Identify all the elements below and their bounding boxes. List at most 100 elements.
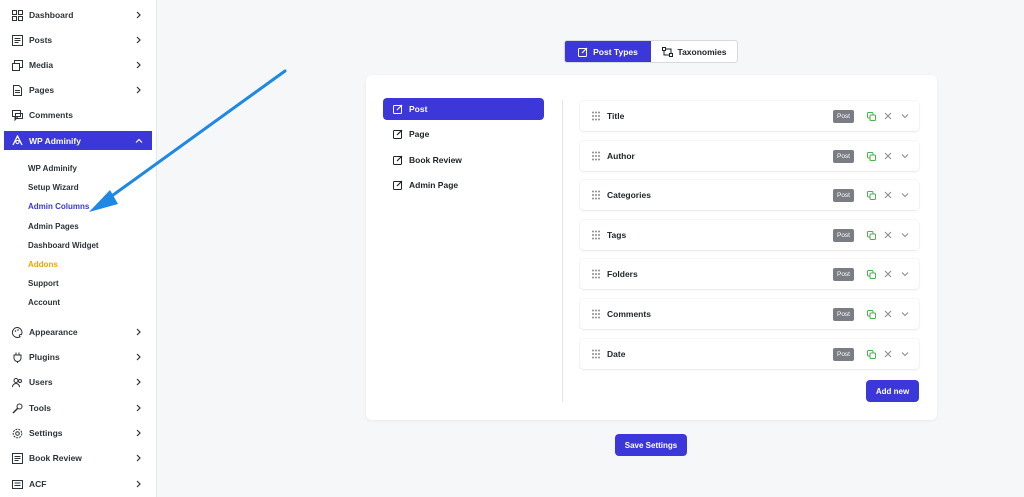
sidebar-item-tools[interactable]: Tools: [4, 398, 152, 418]
chevron-right-icon: [134, 404, 144, 412]
chevron-down-icon[interactable]: [900, 151, 910, 161]
sidebar-item-label: Book Review: [29, 453, 82, 463]
submenu-support[interactable]: Support: [28, 279, 59, 288]
chevron-right-icon: [134, 454, 144, 462]
close-icon[interactable]: [883, 309, 893, 319]
column-row[interactable]: Author Post: [580, 141, 919, 171]
post-type-label: Post: [409, 104, 428, 114]
sidebar-item-comments[interactable]: Comments: [4, 105, 152, 125]
drag-handle-icon[interactable]: [591, 151, 601, 161]
post-type-label: Admin Page: [409, 180, 459, 190]
column-label: Folders: [607, 269, 638, 279]
post-badge: Post: [832, 267, 854, 281]
copy-icon[interactable]: [866, 269, 876, 279]
close-icon[interactable]: [883, 349, 893, 359]
chevron-right-icon: [134, 328, 144, 336]
copy-icon[interactable]: [866, 349, 876, 359]
close-icon[interactable]: [883, 230, 893, 240]
column-row[interactable]: Tags Post: [580, 220, 919, 250]
post-badge: Post: [832, 109, 854, 123]
chevron-down-icon[interactable]: [900, 269, 910, 279]
submenu-addons[interactable]: Addons: [28, 260, 58, 269]
copy-icon[interactable]: [866, 151, 876, 161]
column-row[interactable]: Categories Post: [580, 180, 919, 210]
column-label: Tags: [607, 230, 627, 240]
post-type-label: Book Review: [409, 155, 462, 165]
drag-handle-icon[interactable]: [591, 349, 601, 359]
post-type-item-book-review[interactable]: Book Review: [383, 149, 544, 171]
copy-icon[interactable]: [866, 111, 876, 121]
edit-icon: [578, 47, 588, 57]
column-divider: [562, 100, 563, 402]
submenu-admin-columns[interactable]: Admin Columns: [28, 202, 89, 211]
post-badge: Post: [832, 188, 854, 202]
close-icon[interactable]: [883, 190, 893, 200]
column-row[interactable]: Comments Post: [580, 299, 919, 329]
chevron-down-icon[interactable]: [900, 111, 910, 121]
post-type-label: Page: [409, 129, 430, 139]
column-label: Author: [607, 151, 635, 161]
post-type-item-page[interactable]: Page: [383, 123, 544, 145]
sidebar-item-label: Posts: [29, 35, 53, 45]
copy-icon[interactable]: [866, 230, 876, 240]
comments-icon: [12, 109, 23, 121]
copy-icon[interactable]: [866, 190, 876, 200]
submenu-wp-adminify[interactable]: WP Adminify: [28, 164, 77, 173]
edit-icon: [393, 155, 403, 165]
copy-icon[interactable]: [866, 309, 876, 319]
sidebar-item-posts[interactable]: Posts: [4, 30, 152, 50]
admin-sidebar: Dashboard Posts Media Pages Comments WP: [0, 0, 157, 497]
column-label: Date: [607, 349, 626, 359]
chevron-down-icon[interactable]: [900, 230, 910, 240]
dashboard-icon: [12, 9, 23, 21]
column-row[interactable]: Title Post: [580, 101, 919, 131]
sidebar-item-label: Users: [29, 377, 53, 387]
drag-handle-icon[interactable]: [591, 309, 601, 319]
tab-post-types[interactable]: Post Types: [565, 41, 651, 62]
sidebar-item-label: Tools: [29, 403, 52, 413]
submenu-setup-wizard[interactable]: Setup Wizard: [28, 183, 79, 192]
chevron-down-icon[interactable]: [900, 309, 910, 319]
sidebar-item-users[interactable]: Users: [4, 372, 152, 392]
sidebar-item-acf[interactable]: ACF: [4, 474, 152, 494]
drag-handle-icon[interactable]: [591, 269, 601, 279]
save-settings-button[interactable]: Save Settings: [615, 434, 687, 456]
tab-taxonomies[interactable]: Taxonomies: [651, 41, 737, 62]
drag-handle-icon[interactable]: [591, 190, 601, 200]
sidebar-item-label: WP Adminify: [29, 135, 81, 146]
settings-icon: [12, 428, 23, 439]
add-new-button[interactable]: Add new: [866, 380, 919, 402]
sidebar-item-label: Comments: [29, 110, 73, 120]
submenu-admin-pages[interactable]: Admin Pages: [28, 222, 79, 231]
chevron-down-icon[interactable]: [900, 190, 910, 200]
users-icon: [12, 377, 23, 388]
post-type-item-post[interactable]: Post: [383, 98, 544, 120]
submenu-dashboard-widget[interactable]: Dashboard Widget: [28, 241, 99, 250]
chevron-right-icon: [134, 86, 144, 94]
submenu-account[interactable]: Account: [28, 298, 60, 307]
sidebar-item-dashboard[interactable]: Dashboard: [4, 5, 152, 25]
sidebar-item-pages[interactable]: Pages: [4, 80, 152, 100]
chevron-right-icon: [134, 378, 144, 386]
drag-handle-icon[interactable]: [591, 230, 601, 240]
post-type-item-admin-page[interactable]: Admin Page: [383, 174, 544, 196]
drag-handle-icon[interactable]: [591, 111, 601, 121]
column-row[interactable]: Folders Post: [580, 259, 919, 289]
sidebar-item-label: Pages: [29, 85, 55, 95]
close-icon[interactable]: [883, 269, 893, 279]
close-icon[interactable]: [883, 111, 893, 121]
sidebar-item-label: Settings: [29, 428, 63, 438]
chevron-right-icon: [134, 11, 144, 19]
column-row[interactable]: Date Post: [580, 339, 919, 369]
chevron-right-icon: [134, 480, 144, 488]
sidebar-item-book-review[interactable]: Book Review: [4, 448, 152, 468]
adminify-icon: [12, 135, 23, 146]
sidebar-item-appearance[interactable]: Appearance: [4, 322, 152, 342]
chevron-down-icon[interactable]: [900, 349, 910, 359]
sidebar-item-settings[interactable]: Settings: [4, 423, 152, 443]
sidebar-item-wp-adminify[interactable]: WP Adminify: [4, 131, 152, 150]
post-badge: Post: [832, 307, 854, 321]
sidebar-item-plugins[interactable]: Plugins: [4, 347, 152, 367]
sidebar-item-media[interactable]: Media: [4, 55, 152, 75]
close-icon[interactable]: [883, 151, 893, 161]
